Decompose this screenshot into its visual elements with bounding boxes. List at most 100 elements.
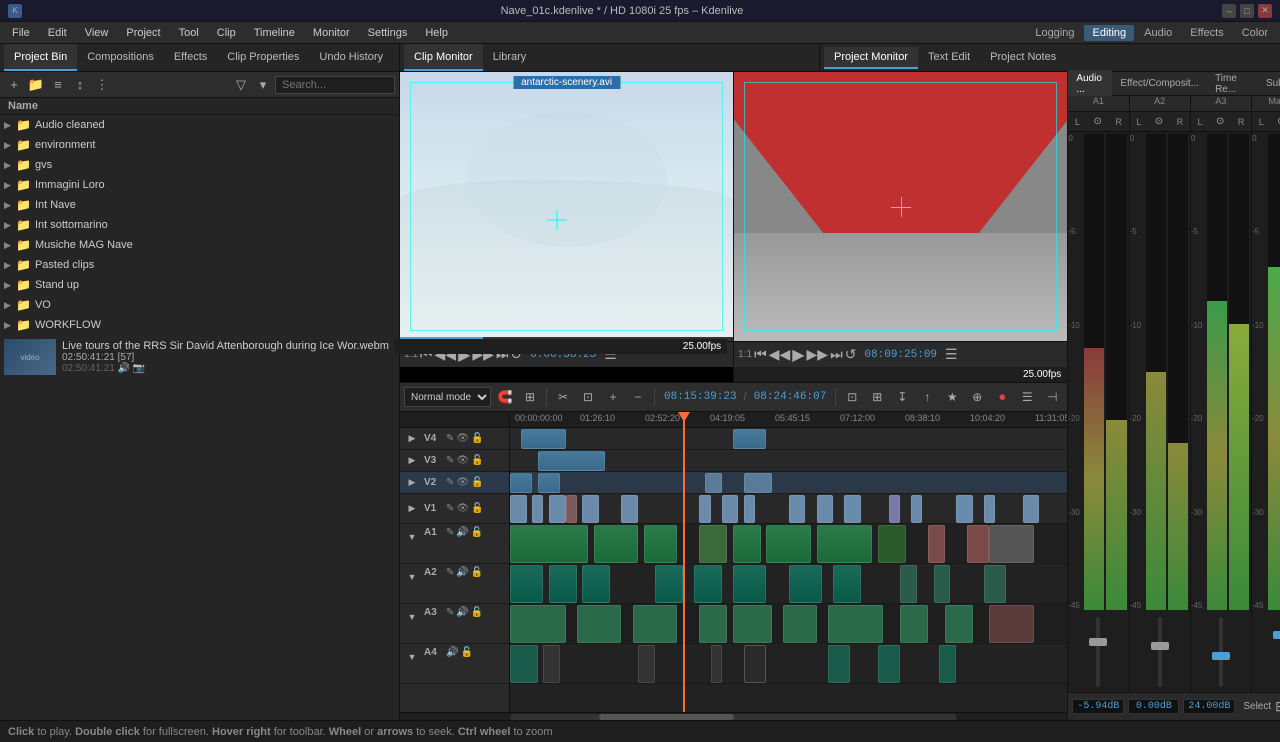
clip-a3-7[interactable]	[828, 605, 884, 643]
clip-a2-9[interactable]	[900, 565, 917, 603]
track-mute-icon-v2[interactable]: 👁	[456, 477, 469, 488]
clip-a4-8[interactable]	[939, 645, 956, 683]
clip-a3-2[interactable]	[577, 605, 622, 643]
audio-tab-effects[interactable]: Effect/Composit...	[1112, 75, 1207, 92]
track-v4[interactable]	[510, 428, 1067, 450]
clip-a4-5[interactable]: 372_8616_0 Stereo to m	[744, 645, 766, 683]
timeline-record[interactable]: ⏺	[991, 386, 1013, 408]
clip-a1-11[interactable]	[989, 525, 1034, 563]
timeline-add-track[interactable]: +	[602, 386, 624, 408]
track-expand-a2[interactable]: ▼	[402, 567, 422, 587]
clip-a2-6[interactable]	[733, 565, 766, 603]
project-monitor-prev-frame[interactable]: ◀◀	[769, 346, 791, 363]
clip-a3-4[interactable]	[699, 605, 727, 643]
clip-v4-1[interactable]	[521, 429, 566, 449]
clip-v4-2[interactable]	[733, 429, 766, 449]
tab-project-monitor[interactable]: Project Monitor	[824, 47, 918, 69]
project-monitor-next-frame[interactable]: ▶▶	[807, 346, 829, 363]
list-item[interactable]: ▶ 📁 VO	[0, 295, 399, 315]
track-lock-icon-v4[interactable]: 🔓	[471, 433, 483, 444]
timeline-extract[interactable]: ⊡	[577, 386, 599, 408]
list-item[interactable]: ▶ 📁 Immagini Loro	[0, 175, 399, 195]
clip-a2-4[interactable]	[655, 565, 683, 603]
list-item[interactable]: ▶ 📁 Musiche MAG Nave	[0, 235, 399, 255]
timeline-insert-clip[interactable]: ⊞	[866, 386, 888, 408]
clip-a1-7[interactable]	[817, 525, 873, 563]
clip-a4-3[interactable]	[638, 645, 655, 683]
track-mute-icon-a2[interactable]: 🔊	[456, 567, 468, 578]
timeline-cut[interactable]: ✂	[552, 386, 574, 408]
clip-a4-1[interactable]	[510, 645, 538, 683]
clip-a1-2[interactable]	[594, 525, 639, 563]
track-v2[interactable]	[510, 472, 1067, 494]
clip-v1-12[interactable]	[844, 495, 861, 523]
workspace-logging[interactable]: Logging	[1027, 25, 1082, 41]
audio-bottom-select[interactable]: Select	[1243, 701, 1271, 712]
a1-fader-track[interactable]	[1096, 617, 1100, 687]
track-edit-icon-v3[interactable]: ✎	[446, 455, 454, 466]
menu-help[interactable]: Help	[417, 25, 456, 41]
list-item[interactable]: ▶ 📁 Stand up	[0, 275, 399, 295]
timeline-group[interactable]: ⊞	[519, 386, 541, 408]
tab-project-bin[interactable]: Project Bin	[4, 44, 77, 71]
audio-tab-time[interactable]: Time Re...	[1207, 70, 1258, 98]
track-a2[interactable]	[510, 564, 1067, 604]
menu-file[interactable]: File	[4, 25, 38, 41]
sort-icon[interactable]: ↕	[70, 75, 90, 95]
track-edit-icon-v1[interactable]: ✎	[446, 503, 454, 514]
track-v1[interactable]	[510, 494, 1067, 524]
project-monitor-zone-end[interactable]: ⏭	[830, 346, 843, 363]
menu-project[interactable]: Project	[118, 25, 168, 41]
track-mute-icon-v1[interactable]: 👁	[456, 503, 469, 514]
clip-a3-10[interactable]	[989, 605, 1034, 643]
clip-v1-9[interactable]	[744, 495, 755, 523]
clip-a3-3[interactable]	[633, 605, 678, 643]
filter-icon[interactable]: ▽	[231, 75, 251, 95]
timeline-overwrite[interactable]: ↧	[891, 386, 913, 408]
track-mute-icon-a4[interactable]: 🔊	[446, 647, 458, 658]
tab-undo-history[interactable]: Undo History	[309, 44, 393, 71]
audio-pan-value[interactable]: 0.00dB	[1128, 699, 1179, 714]
clip-v1-8[interactable]	[722, 495, 739, 523]
clip-a2-8[interactable]	[833, 565, 861, 603]
clip-a4-6[interactable]	[828, 645, 850, 683]
list-item[interactable]: ▶ 📁 Int Nave	[0, 195, 399, 215]
audio-tab-mixer[interactable]: Audio ...	[1068, 70, 1112, 98]
add-folder-icon[interactable]: 📁	[26, 75, 46, 95]
clip-v2-4[interactable]	[744, 473, 772, 493]
tab-library[interactable]: Library	[483, 44, 537, 71]
track-expand-a4[interactable]: ▼	[402, 647, 422, 667]
a3-knob[interactable]: ⊙	[1216, 116, 1224, 127]
close-button[interactable]: ✕	[1258, 4, 1272, 18]
a2-knob[interactable]: ⊙	[1155, 116, 1163, 127]
menu-tool[interactable]: Tool	[171, 25, 207, 41]
more-icon[interactable]: ⋮	[92, 75, 112, 95]
track-v3[interactable]	[510, 450, 1067, 472]
audio-bottom-grid[interactable]: ⊞	[1275, 698, 1280, 715]
track-lock-icon-a1[interactable]: 🔓	[471, 527, 483, 538]
clip-a1-3[interactable]	[644, 525, 677, 563]
clip-v1-10[interactable]	[789, 495, 806, 523]
timeline-minus[interactable]: −	[627, 386, 649, 408]
audio-gain-value[interactable]: -5.94dB	[1072, 699, 1124, 714]
list-item[interactable]: ▶ 📁 gvs	[0, 155, 399, 175]
clip-v1-4[interactable]	[566, 495, 577, 523]
a1-fader-handle[interactable]	[1089, 638, 1107, 646]
project-monitor-loop[interactable]: ↺	[845, 346, 857, 363]
workspace-effects[interactable]: Effects	[1182, 25, 1231, 41]
timeline-settings[interactable]: ☰	[1016, 386, 1038, 408]
clip-v1-6[interactable]	[621, 495, 638, 523]
track-mute-icon-v4[interactable]: 👁	[456, 433, 469, 444]
clip-a2-7[interactable]	[789, 565, 822, 603]
clip-a2-1[interactable]	[510, 565, 543, 603]
maximize-button[interactable]: □	[1240, 4, 1254, 18]
view-icon[interactable]: ≡	[48, 75, 68, 95]
list-item[interactable]: ▶ 📁 Int sottomarino	[0, 215, 399, 235]
track-expand-v2[interactable]: ▶	[402, 473, 422, 493]
menu-edit[interactable]: Edit	[40, 25, 75, 41]
clip-a1-9[interactable]	[928, 525, 945, 563]
track-expand-v1[interactable]: ▶	[402, 499, 422, 519]
clip-a3-9[interactable]	[945, 605, 973, 643]
track-edit-icon-a2[interactable]: ✎	[446, 567, 454, 578]
a3-fader-handle[interactable]	[1212, 652, 1230, 660]
